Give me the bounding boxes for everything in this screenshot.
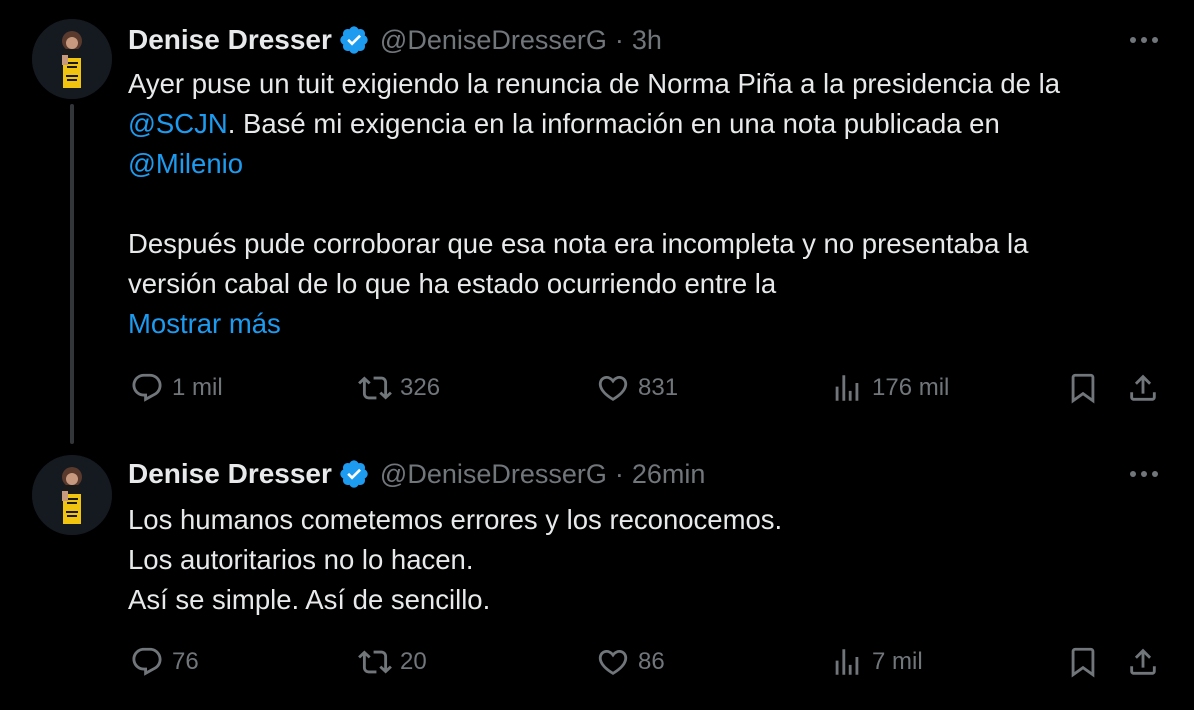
verified-badge-icon [340, 460, 368, 488]
author-handle[interactable]: @DeniseDresserG [380, 25, 607, 56]
author-name[interactable]: Denise Dresser [128, 458, 332, 490]
tweet-text-line: versión cabal de lo que ha estado ocurri… [128, 268, 777, 299]
retweet-button[interactable]: 326 [358, 370, 440, 406]
tweet-timestamp[interactable]: 26min [632, 459, 706, 490]
tweet-actions: 1 mil 326 831 176 mil [128, 370, 1168, 406]
tweet-text-line: @Milenio [128, 144, 1168, 184]
tweet-thread: Denise Dresser @DeniseDresserG · 3h Ayer… [0, 0, 1194, 710]
show-more-link[interactable]: Mostrar más [128, 304, 1168, 344]
avatar-image [32, 455, 112, 535]
tweet-text-line: Después pude corroborar que esa nota era… [128, 228, 1029, 259]
bookmark-button[interactable] [1066, 644, 1100, 680]
like-count: 86 [638, 648, 665, 675]
tweet-text-line: @SCJN. Basé mi exigencia en la informaci… [128, 104, 1168, 144]
tweet-text-fragment: . Basé mi exigencia en la información en… [227, 108, 1000, 139]
header-separator: · [614, 24, 624, 55]
tweet-text-line: Así se simple. Así de sencillo. [128, 584, 491, 615]
reply-button[interactable]: 76 [130, 644, 199, 680]
bookmark-icon [1071, 647, 1095, 678]
retweet-icon [358, 650, 392, 674]
reply-count: 1 mil [172, 374, 223, 401]
tweet-header: Denise Dresser @DeniseDresserG · 26min [128, 454, 705, 494]
more-options-button[interactable] [1128, 24, 1160, 56]
avatar-image [32, 19, 112, 99]
thread-connector-line [70, 104, 74, 444]
tweet[interactable]: Denise Dresser @DeniseDresserG · 26min L… [0, 448, 1194, 710]
more-options-button[interactable] [1128, 458, 1160, 490]
tweet-actions: 76 20 86 7 mil [128, 644, 1168, 680]
more-icon [1130, 471, 1158, 477]
tweet-text-line: Ayer puse un tuit exigiendo la renuncia … [128, 68, 1061, 99]
share-button[interactable] [1126, 644, 1160, 680]
reply-button[interactable]: 1 mil [130, 370, 223, 406]
retweet-count: 326 [400, 374, 441, 401]
tweet-text: Ayer puse un tuit exigiendo la renuncia … [128, 64, 1168, 344]
tweet-text-line: Los autoritarios no lo hacen. [128, 544, 474, 575]
like-button[interactable]: 86 [596, 644, 665, 680]
views-icon [835, 649, 859, 675]
more-icon [1130, 37, 1158, 43]
bookmark-button[interactable] [1066, 370, 1100, 406]
tweet-text: Los humanos cometemos errores y los reco… [128, 500, 1168, 620]
mention-link[interactable]: @SCJN [128, 108, 228, 139]
mention-link[interactable]: @Milenio [128, 148, 243, 179]
tweet-text-line: Los humanos cometemos errores y los reco… [128, 504, 783, 535]
author-name[interactable]: Denise Dresser [128, 24, 332, 56]
share-button[interactable] [1126, 370, 1160, 406]
avatar[interactable] [32, 19, 112, 99]
retweet-count: 20 [400, 648, 427, 675]
reply-icon [132, 647, 162, 676]
views-button[interactable]: 7 mil [830, 644, 923, 680]
reply-count: 76 [172, 648, 199, 675]
avatar[interactable] [32, 455, 112, 535]
like-button[interactable]: 831 [596, 370, 678, 406]
tweet[interactable]: Denise Dresser @DeniseDresserG · 3h Ayer… [0, 0, 1194, 448]
share-icon [1130, 648, 1156, 675]
retweet-icon [358, 376, 392, 400]
view-count: 7 mil [872, 648, 923, 675]
share-icon [1130, 374, 1156, 401]
author-handle[interactable]: @DeniseDresserG [380, 459, 607, 490]
like-count: 831 [638, 374, 679, 401]
views-icon [835, 375, 859, 401]
retweet-button[interactable]: 20 [358, 644, 427, 680]
header-separator: · [614, 458, 624, 489]
bookmark-icon [1071, 373, 1095, 404]
like-icon [598, 649, 628, 675]
tweet-header: Denise Dresser @DeniseDresserG · 3h [128, 20, 662, 60]
views-button[interactable]: 176 mil [830, 370, 949, 406]
view-count: 176 mil [872, 374, 950, 401]
like-icon [598, 375, 628, 401]
reply-icon [132, 373, 162, 402]
tweet-timestamp[interactable]: 3h [632, 25, 662, 56]
verified-badge-icon [340, 26, 368, 54]
